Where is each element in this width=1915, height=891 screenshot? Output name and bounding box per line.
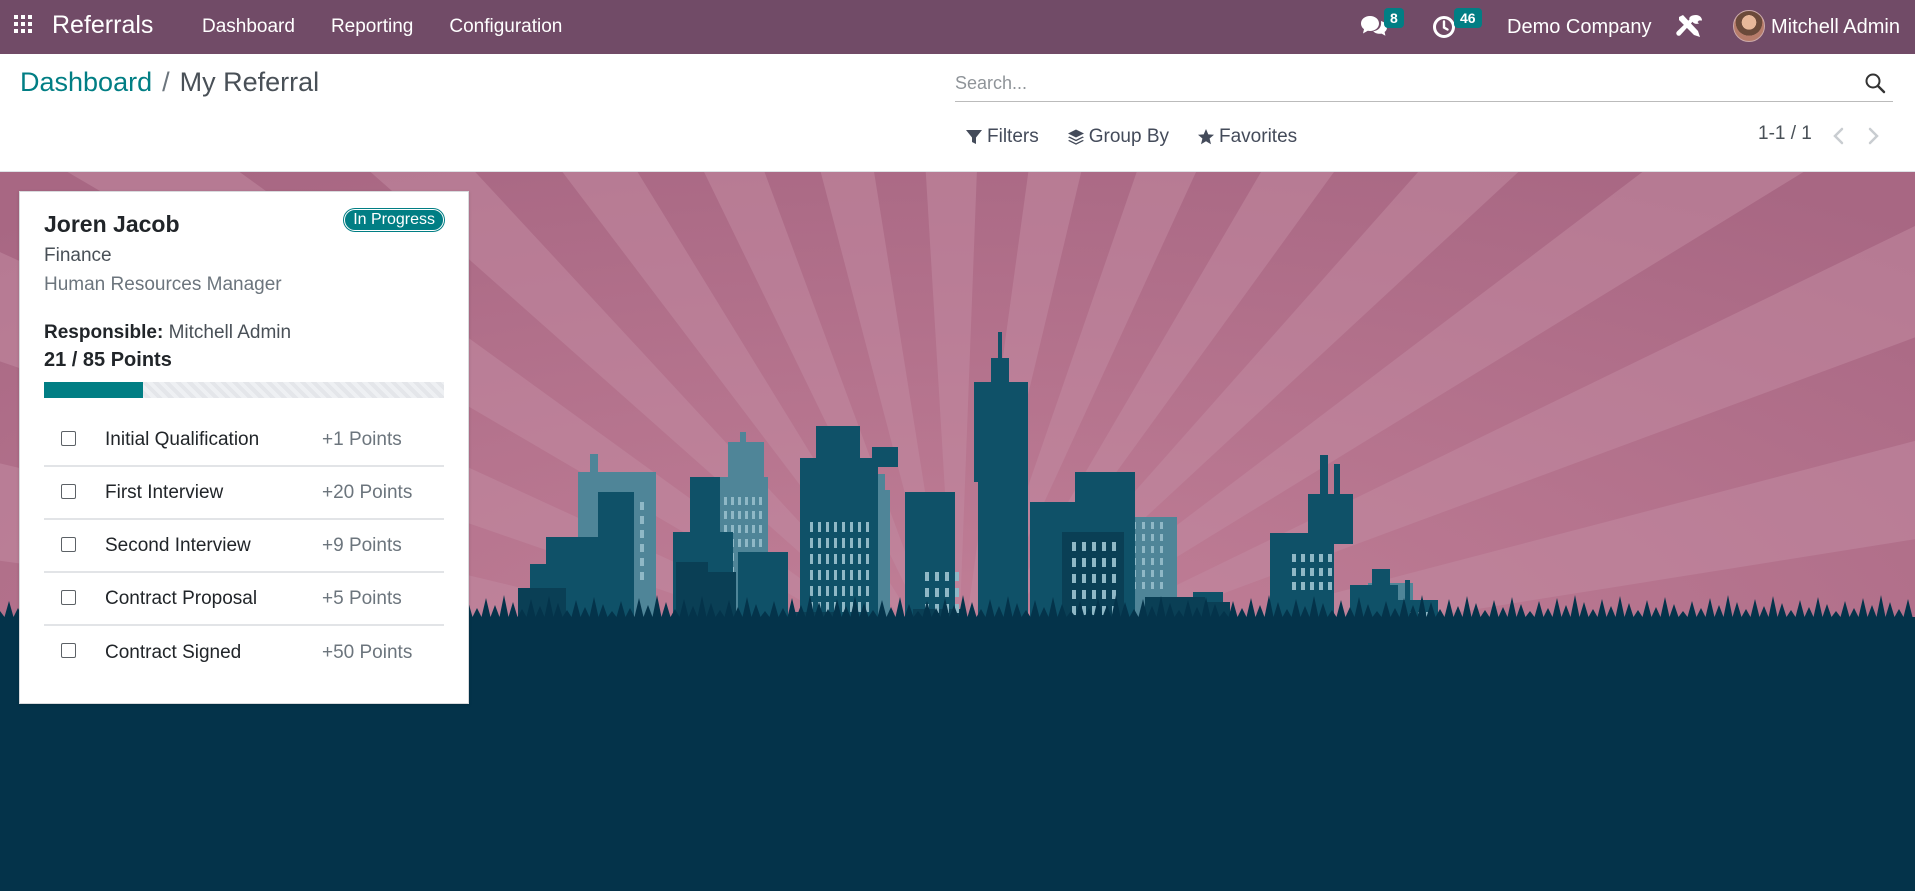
stage-list: Initial Qualification +1 Points First In…: [44, 414, 444, 679]
pager-value[interactable]: 1-1 / 1: [1758, 123, 1812, 144]
apps-menu-icon[interactable]: [14, 15, 34, 35]
points-total: 21 / 85 Points: [44, 349, 172, 371]
user-avatar[interactable]: [1733, 10, 1765, 42]
responsible-label: Responsible:: [44, 322, 164, 343]
stage-points: +20 Points: [322, 481, 413, 503]
star-icon: [1198, 129, 1214, 145]
search-icon[interactable]: [1863, 71, 1887, 95]
top-navbar: Referrals Dashboard Reporting Configurat…: [0, 0, 1915, 54]
clock-icon: [1433, 16, 1455, 38]
stage-checkbox[interactable]: [61, 590, 76, 605]
points-progress-bar: [44, 382, 444, 398]
messages-button[interactable]: 8: [1360, 0, 1410, 54]
department: Finance: [44, 245, 112, 266]
chevron-left-icon[interactable]: [1828, 125, 1850, 147]
stage-row: Second Interview +9 Points: [44, 520, 444, 573]
breadcrumb-current: My Referral: [179, 67, 320, 97]
status-badge: In Progress: [344, 209, 444, 231]
stage-label: Second Interview: [105, 534, 251, 556]
stage-label: Initial Qualification: [105, 428, 260, 450]
breadcrumb-dashboard[interactable]: Dashboard: [20, 67, 152, 97]
search-options: Filters Group By Favorites: [965, 126, 1297, 148]
stage-label: Contract Signed: [105, 641, 242, 663]
breadcrumb-separator: /: [162, 67, 170, 97]
messages-count-badge: 8: [1384, 8, 1404, 28]
stage-points: +1 Points: [322, 428, 402, 450]
control-panel: Dashboard / My Referral Filters Group By F…: [0, 54, 1915, 172]
candidate-name: Joren Jacob: [44, 211, 180, 237]
main-menu: Dashboard Reporting Configuration: [184, 0, 580, 54]
referral-kanban-view: Joren Jacob In Progress Finance Human Re…: [0, 172, 1915, 891]
stage-row: First Interview +20 Points: [44, 467, 444, 520]
activities-count-badge: 46: [1454, 8, 1482, 28]
responsible: Responsible: Mitchell Admin: [44, 322, 291, 344]
menu-reporting[interactable]: Reporting: [313, 0, 431, 54]
stage-checkbox[interactable]: [61, 484, 76, 499]
stage-label: First Interview: [105, 481, 224, 503]
group-by-button[interactable]: Group By: [1067, 126, 1169, 148]
stage-checkbox[interactable]: [61, 537, 76, 552]
debug-tools-icon[interactable]: [1674, 13, 1704, 41]
chevron-right-icon[interactable]: [1862, 125, 1884, 147]
points-progress-fill: [44, 382, 143, 398]
search-input[interactable]: [955, 66, 1835, 100]
layers-icon: [1067, 129, 1084, 145]
favorites-label: Favorites: [1219, 126, 1298, 147]
stage-row: Contract Proposal +5 Points: [44, 573, 444, 626]
breadcrumb: Dashboard / My Referral: [20, 67, 319, 98]
user-menu[interactable]: Mitchell Admin: [1771, 0, 1900, 54]
job-position: Human Resources Manager: [44, 274, 282, 295]
menu-dashboard[interactable]: Dashboard: [184, 0, 313, 54]
stage-points: +5 Points: [322, 587, 402, 609]
menu-configuration[interactable]: Configuration: [431, 0, 580, 54]
filter-icon: [966, 130, 982, 144]
responsible-name: Mitchell Admin: [168, 322, 292, 343]
stage-row: Contract Signed +50 Points: [44, 626, 444, 679]
app-brand[interactable]: Referrals: [52, 11, 153, 40]
stage-checkbox[interactable]: [61, 431, 76, 446]
activities-button[interactable]: 46: [1430, 0, 1485, 54]
filters-button[interactable]: Filters: [965, 126, 1039, 148]
stage-row: Initial Qualification +1 Points: [44, 414, 444, 467]
company-switcher[interactable]: Demo Company: [1507, 0, 1652, 54]
stage-checkbox[interactable]: [61, 643, 76, 658]
stage-label: Contract Proposal: [105, 587, 258, 609]
stage-points: +9 Points: [322, 534, 402, 556]
favorites-button[interactable]: Favorites: [1197, 126, 1297, 148]
search-bar: [955, 66, 1893, 102]
pager: 1-1 / 1: [1758, 123, 1812, 145]
referral-card[interactable]: Joren Jacob In Progress Finance Human Re…: [19, 191, 469, 704]
group-by-label: Group By: [1088, 126, 1169, 147]
stage-points: +50 Points: [322, 641, 413, 663]
filters-label: Filters: [987, 126, 1039, 147]
